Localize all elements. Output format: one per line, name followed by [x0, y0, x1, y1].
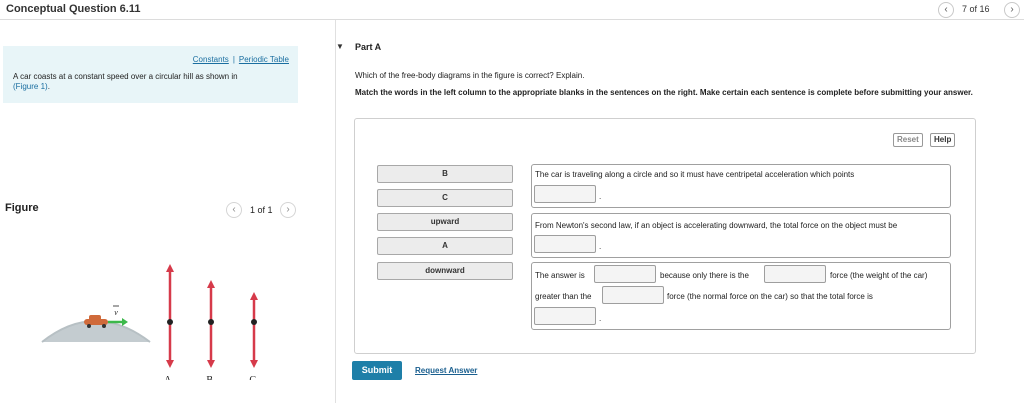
- collapse-triangle-icon[interactable]: ▼: [336, 42, 344, 51]
- sentence-period: .: [599, 314, 602, 323]
- sentence-period: .: [599, 242, 602, 251]
- problem-period: .: [47, 82, 50, 91]
- answer-blank[interactable]: [534, 307, 596, 325]
- request-answer-link[interactable]: Request Answer: [415, 366, 477, 375]
- answer-blank[interactable]: [594, 265, 656, 283]
- word-bank-item[interactable]: downward: [377, 262, 513, 280]
- problem-sentence: A car coasts at a constant speed over a …: [13, 72, 238, 81]
- help-button[interactable]: Help: [930, 133, 956, 147]
- chevron-left-icon[interactable]: ‹: [226, 202, 242, 218]
- instructions-text: Match the words in the left column to th…: [355, 88, 973, 97]
- question-area: ▼ Part A Which of the free-body diagrams…: [336, 20, 1024, 403]
- question-text: Which of the free-body diagrams in the f…: [355, 71, 585, 80]
- diagram-c: [250, 292, 258, 368]
- chevron-right-icon[interactable]: ›: [1004, 2, 1020, 18]
- answer-blank[interactable]: [534, 185, 596, 203]
- matching-panel: Reset Help B C upward A downward The car…: [354, 118, 976, 354]
- word-bank-item[interactable]: C: [377, 189, 513, 207]
- constants-link[interactable]: Constants: [193, 55, 229, 64]
- diagram-label-a: A.: [164, 375, 174, 380]
- sentence-1-text: The car is traveling along a circle and …: [535, 170, 855, 179]
- chevron-left-icon[interactable]: ‹: [938, 2, 954, 18]
- periodic-table-link[interactable]: Periodic Table: [239, 55, 289, 64]
- sentence-3-part-e: force (the normal force on the car) so t…: [667, 292, 873, 301]
- diagram-label-b: B.: [206, 375, 215, 380]
- word-bank-item[interactable]: A: [377, 237, 513, 255]
- part-title[interactable]: Part A: [355, 42, 381, 52]
- answer-blank[interactable]: [602, 286, 664, 304]
- sentence-3-part-b: because only there is the: [660, 271, 749, 280]
- word-bank-item[interactable]: B: [377, 165, 513, 183]
- sentence-2: From Newton's second law, if an object i…: [531, 213, 951, 258]
- sentence-1: The car is traveling along a circle and …: [531, 164, 951, 208]
- chevron-right-icon[interactable]: ›: [280, 202, 296, 218]
- question-position: 7 of 16: [962, 4, 990, 14]
- figure-heading: Figure: [5, 202, 39, 214]
- sentence-period: .: [599, 192, 602, 201]
- problem-text: A car coasts at a constant speed over a …: [13, 72, 283, 92]
- reset-button[interactable]: Reset: [893, 133, 923, 147]
- sentence-3-part-d: greater than the: [535, 292, 592, 301]
- velocity-arrowhead: [122, 318, 128, 326]
- resource-links: Constants | Periodic Table: [193, 55, 289, 64]
- submit-button[interactable]: Submit: [352, 361, 402, 380]
- answer-blank[interactable]: [534, 235, 596, 253]
- velocity-label: v: [114, 308, 118, 317]
- word-bank-item[interactable]: upward: [377, 213, 513, 231]
- diagram-b: [207, 280, 215, 368]
- sentence-2-text: From Newton's second law, if an object i…: [535, 221, 898, 230]
- answer-blank[interactable]: [764, 265, 826, 283]
- link-separator: |: [232, 55, 235, 64]
- top-bar: Conceptual Question 6.11 ‹ 7 of 16 ›: [0, 0, 1024, 20]
- figure-position: 1 of 1: [250, 205, 273, 215]
- problem-column: Constants | Periodic Table A car coasts at…: [0, 20, 336, 403]
- free-body-diagrams-figure: v A. B. C.: [41, 264, 259, 380]
- diagram-a: [166, 264, 174, 368]
- figure-link[interactable]: (Figure 1): [13, 82, 48, 91]
- diagram-label-c: C.: [249, 375, 258, 380]
- page-title: Conceptual Question 6.11: [6, 3, 141, 15]
- problem-statement-box: Constants | Periodic Table A car coasts at…: [3, 46, 298, 103]
- sentence-3-part-a: The answer is: [535, 271, 585, 280]
- sentence-3: The answer is because only there is the …: [531, 262, 951, 330]
- sentence-3-part-c: force (the weight of the car): [830, 271, 928, 280]
